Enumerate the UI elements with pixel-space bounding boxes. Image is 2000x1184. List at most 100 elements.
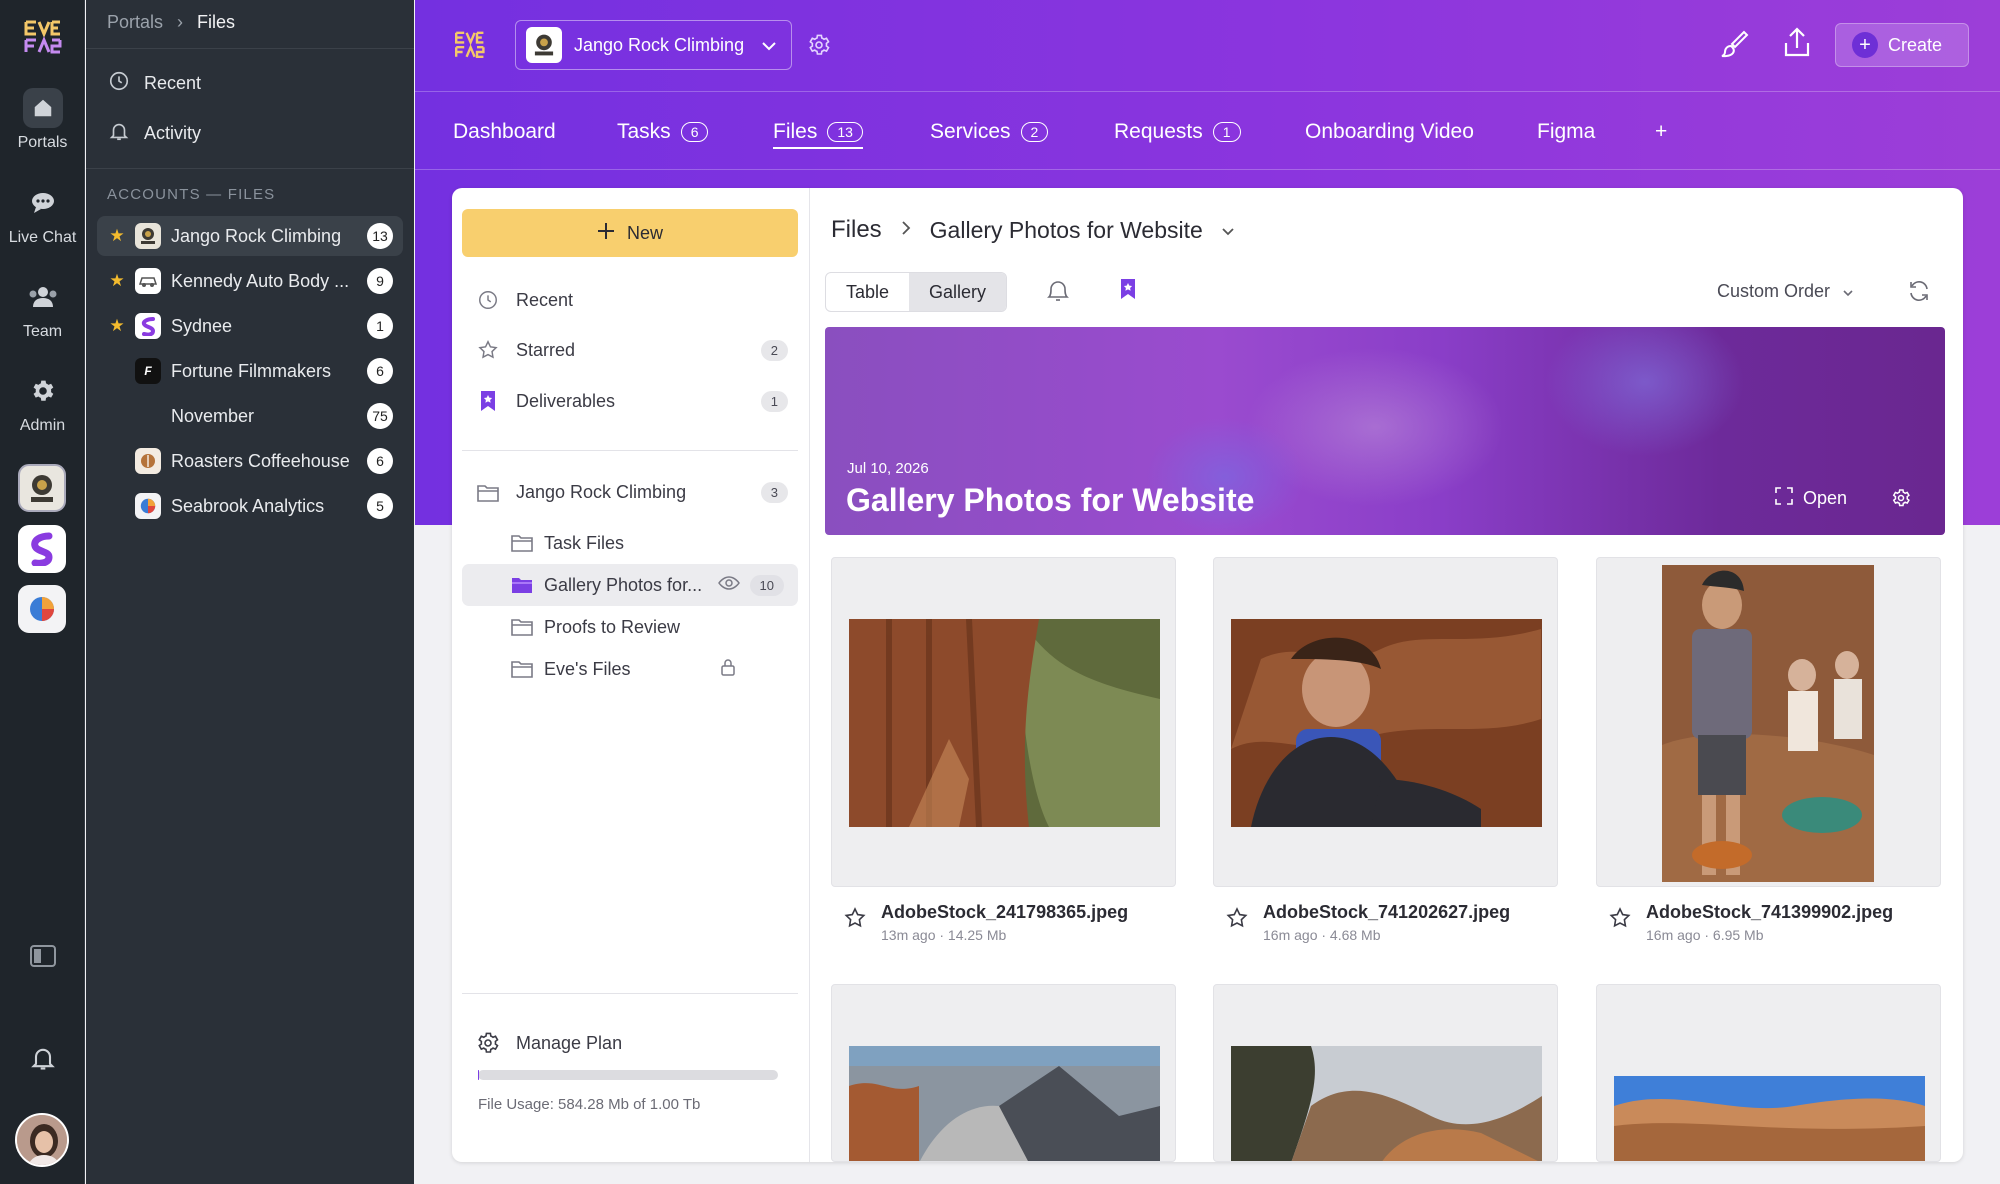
account-item-november[interactable]: November 75 <box>97 396 403 436</box>
files-content: Files Gallery Photos for Website Table G… <box>811 188 1963 1162</box>
rail-admin[interactable]: Admin <box>0 371 85 435</box>
view-gallery-button[interactable]: Gallery <box>909 273 1007 311</box>
file-tile[interactable] <box>831 557 1176 887</box>
folder-proofs-to-review[interactable]: Proofs to Review <box>462 606 798 648</box>
bell-icon[interactable] <box>29 1044 57 1077</box>
clock-icon <box>476 289 500 311</box>
rail-account-seabrook[interactable] <box>18 585 66 633</box>
eye-icon[interactable] <box>717 575 740 596</box>
sidebar-toggle-icon[interactable] <box>29 944 57 973</box>
file-tile[interactable] <box>1213 984 1558 1162</box>
folder-count: 10 <box>749 574 784 596</box>
app-logo[interactable] <box>22 16 62 56</box>
add-tab-button[interactable]: + <box>1655 120 1667 144</box>
nav-recent[interactable]: Recent <box>108 70 201 97</box>
file-caption: AdobeStock_741399902.jpeg 16m ago · 6.95 … <box>1596 902 1941 943</box>
tab-badge: 13 <box>827 122 863 142</box>
new-button[interactable]: New <box>462 209 798 257</box>
account-item-jango[interactable]: ★ Jango Rock Climbing 13 <box>97 216 403 256</box>
refresh-icon[interactable] <box>1907 279 1931 308</box>
folder-icon <box>476 483 500 503</box>
bell-icon <box>108 120 130 147</box>
workspace-logo <box>526 27 562 63</box>
folder-gallery-photos[interactable]: Gallery Photos for... 10 <box>462 564 798 606</box>
star-outline-icon[interactable] <box>1225 906 1249 943</box>
file-name[interactable]: AdobeStock_241798365.jpeg <box>881 902 1128 923</box>
file-meta: 13m ago · 14.25 Mb <box>881 927 1007 943</box>
rail-label: Team <box>22 323 63 340</box>
brush-icon[interactable] <box>1718 28 1750 60</box>
star-icon[interactable]: ★ <box>105 316 129 336</box>
tab-onboarding-video[interactable]: Onboarding Video <box>1305 120 1474 144</box>
tab-tasks[interactable]: Tasks 6 <box>617 120 709 144</box>
folder-name: Gallery Photos for... <box>544 574 703 595</box>
rail-account-sydnee[interactable] <box>18 525 66 573</box>
files-deliverables[interactable]: Deliverables 1 <box>476 389 788 413</box>
folder-jango-rock-climbing[interactable]: Jango Rock Climbing 3 <box>476 482 788 503</box>
tab-figma[interactable]: Figma <box>1537 120 1595 144</box>
rail-team[interactable]: Team <box>0 277 85 341</box>
star-icon[interactable]: ★ <box>105 271 129 291</box>
account-count: 6 <box>367 358 393 384</box>
folder-task-files[interactable]: Task Files <box>462 522 798 564</box>
account-item-seabrook[interactable]: Seabrook Analytics 5 <box>97 486 403 526</box>
file-tile[interactable] <box>1596 557 1941 887</box>
secondary-nav: Portals › Files Recent Activity ACCOUNTS… <box>86 0 414 1184</box>
nav-activity[interactable]: Activity <box>108 120 201 147</box>
tab-services[interactable]: Services 2 <box>930 120 1049 144</box>
account-item-fortune[interactable]: F Fortune Filmmakers 6 <box>97 351 403 391</box>
files-deliverables-label: Deliverables <box>516 390 616 411</box>
file-tile[interactable] <box>1213 557 1558 887</box>
folder-name: Jango Rock Climbing <box>516 482 687 502</box>
view-table-button[interactable]: Table <box>826 273 909 311</box>
tab-dashboard[interactable]: Dashboard <box>453 120 556 144</box>
plus-icon <box>597 222 615 245</box>
chevron-down-icon[interactable] <box>1221 216 1235 244</box>
file-usage-bar <box>478 1070 778 1080</box>
path-root[interactable]: Files <box>831 216 882 244</box>
folder-eves-files[interactable]: Eve's Files <box>462 648 798 690</box>
account-logo <box>135 448 161 474</box>
view-toggle: Table Gallery <box>825 272 1008 312</box>
manage-plan-button[interactable]: Manage Plan <box>476 1031 788 1055</box>
banner-title: Gallery Photos for Website <box>846 482 1255 518</box>
files-recent[interactable]: Recent <box>476 289 788 311</box>
file-name[interactable]: AdobeStock_741399902.jpeg <box>1646 902 1893 923</box>
rail-live-chat[interactable]: Live Chat <box>0 183 85 247</box>
file-tile[interactable] <box>831 984 1176 1162</box>
deliverable-bookmark-icon[interactable] <box>1118 277 1138 306</box>
account-count: 1 <box>367 313 393 339</box>
workspace-settings-icon[interactable] <box>807 33 831 57</box>
rail-account-jango[interactable] <box>18 464 66 512</box>
file-name[interactable]: AdobeStock_741202627.jpeg <box>1263 902 1510 923</box>
create-button[interactable]: + Create <box>1835 23 1969 67</box>
star-outline-icon <box>476 339 500 361</box>
rail-portals[interactable]: Portals <box>0 88 85 152</box>
star-icon[interactable]: ★ <box>105 226 129 246</box>
share-icon[interactable] <box>1781 26 1813 60</box>
tab-label: + <box>1655 120 1668 143</box>
accounts-section-heading: ACCOUNTS — FILES <box>107 186 276 203</box>
files-starred[interactable]: Starred 2 <box>476 339 788 361</box>
workspace-selector[interactable]: Jango Rock Climbing <box>515 20 792 70</box>
tab-requests[interactable]: Requests 1 <box>1114 120 1241 144</box>
user-avatar[interactable] <box>15 1113 69 1167</box>
star-outline-icon[interactable] <box>1608 906 1632 943</box>
sort-dropdown[interactable]: Custom Order <box>1717 281 1854 302</box>
notification-icon[interactable] <box>1045 279 1071 308</box>
account-item-kennedy[interactable]: ★ Kennedy Auto Body ... 9 <box>97 261 403 301</box>
account-item-roasters[interactable]: Roasters Coffeehouse 6 <box>97 441 403 481</box>
banner-settings-icon[interactable] <box>1891 488 1911 513</box>
tab-files[interactable]: Files 13 <box>773 120 863 149</box>
account-name: Seabrook Analytics <box>171 495 325 516</box>
chevron-right-icon: › <box>177 12 184 32</box>
star-outline-icon[interactable] <box>843 906 867 943</box>
banner-open-label: Open <box>1803 488 1848 508</box>
banner-open-button[interactable]: Open <box>1775 487 1847 510</box>
account-logo <box>135 268 161 294</box>
account-item-sydnee[interactable]: ★ Sydnee 1 <box>97 306 403 346</box>
file-tile[interactable] <box>1596 984 1941 1162</box>
breadcrumb-portals[interactable]: Portals <box>107 12 163 33</box>
file-thumbnail <box>1231 1046 1542 1161</box>
tab-label: Figma <box>1537 120 1596 143</box>
